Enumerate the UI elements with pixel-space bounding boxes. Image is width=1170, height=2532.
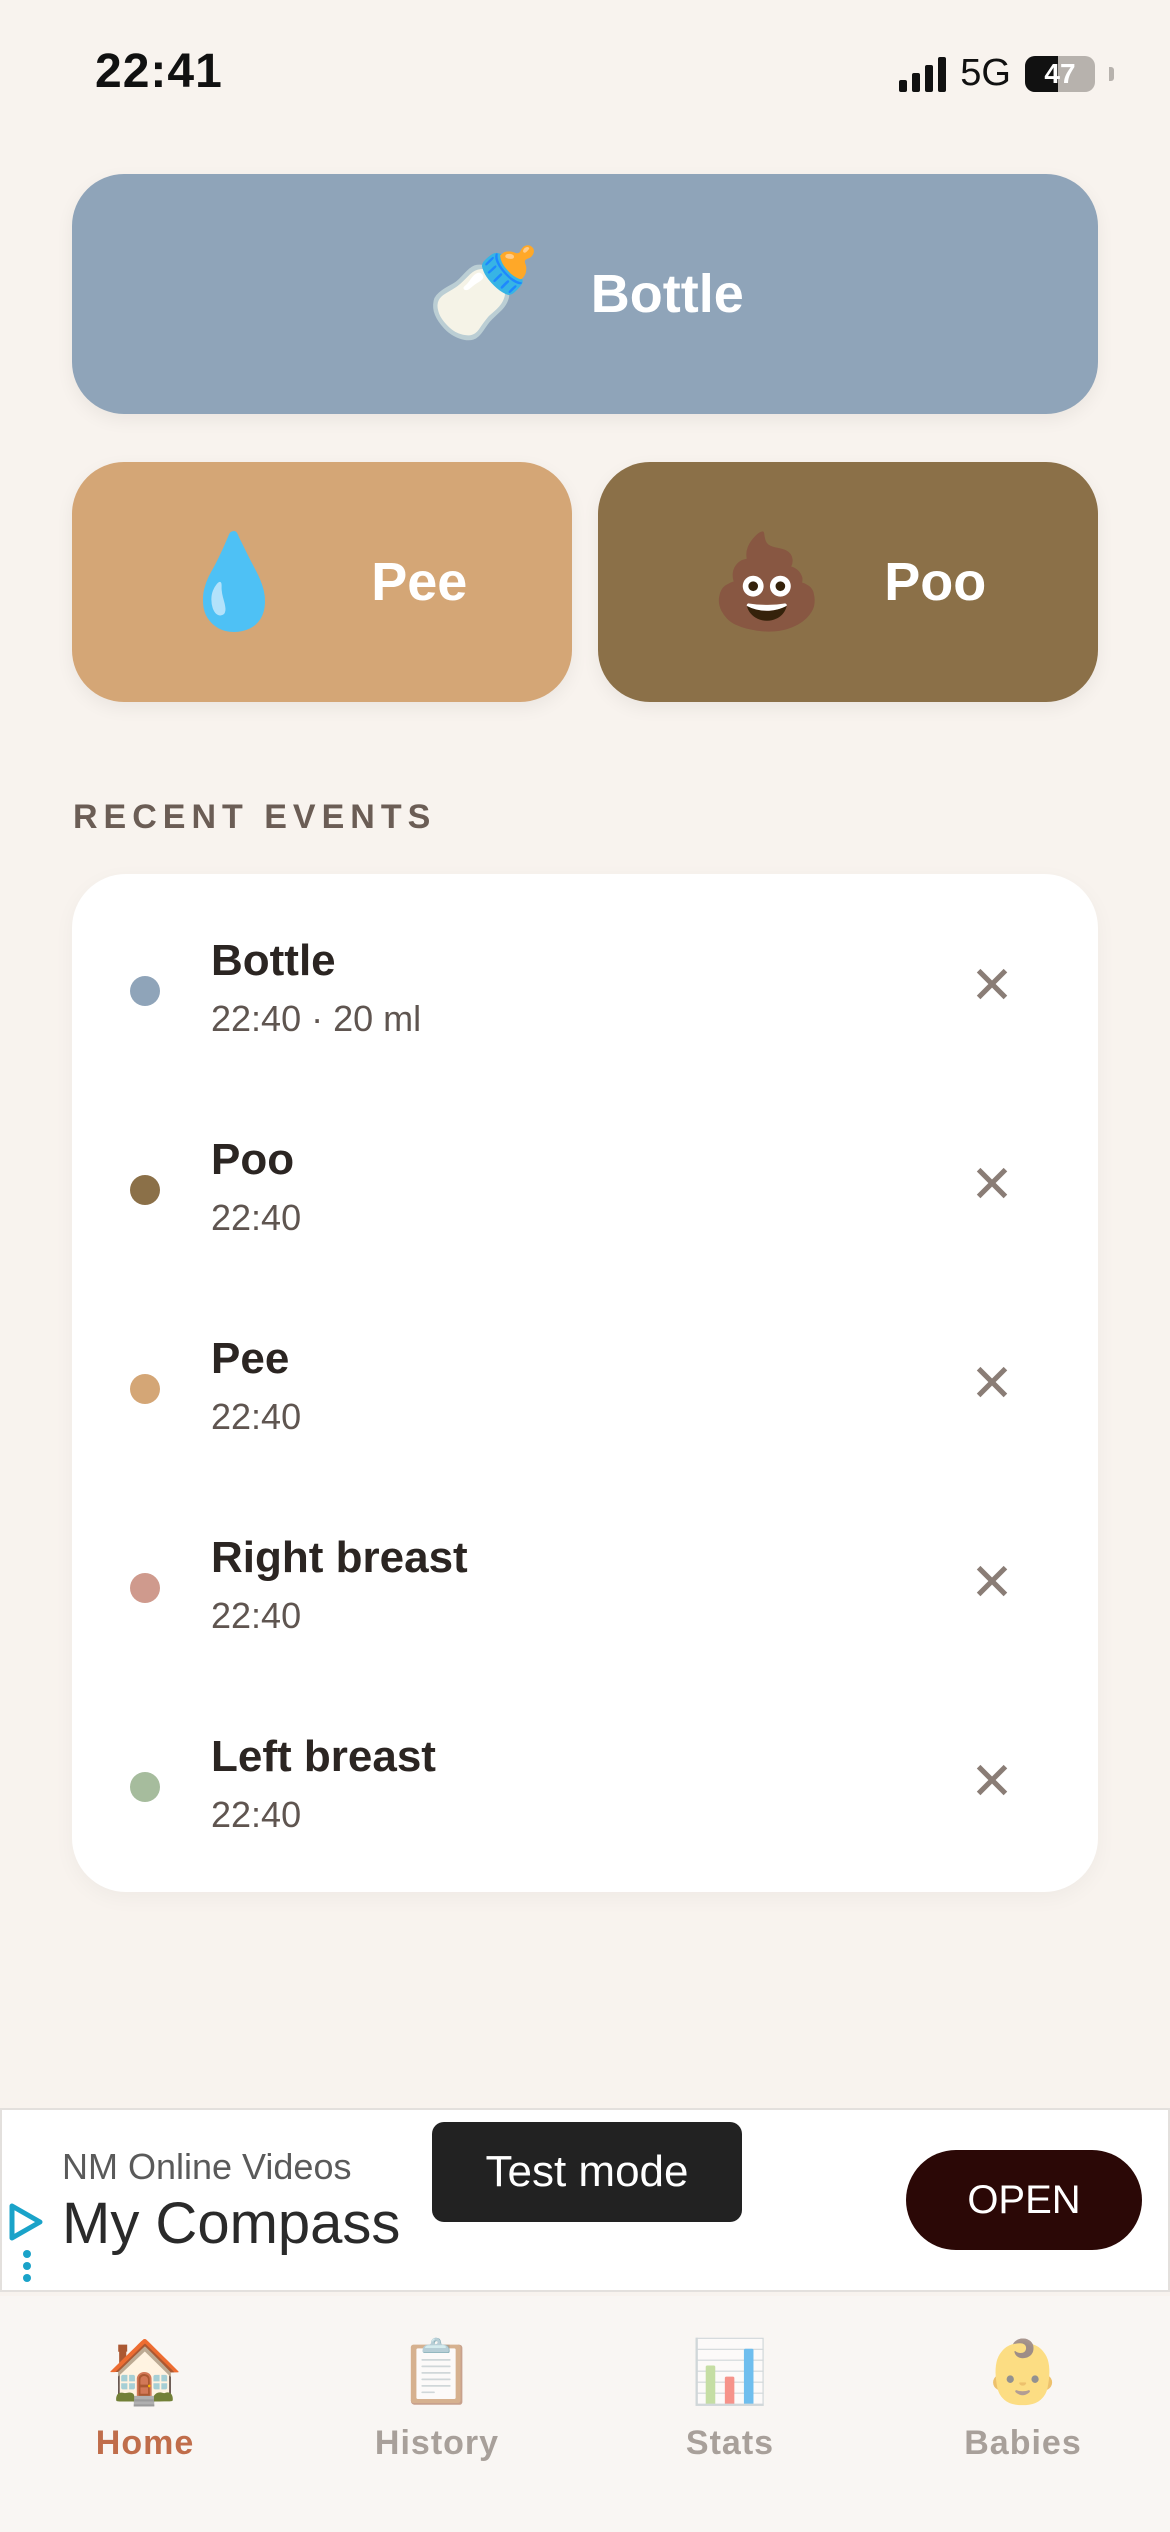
event-row: Bottle 22:40 · 20 ml ✕ [72, 936, 1098, 1135]
test-mode-badge: Test mode [432, 2122, 742, 2222]
ad-open-button[interactable]: OPEN [906, 2150, 1142, 2250]
event-color-dot [130, 1374, 160, 1404]
event-title: Pee [211, 1334, 290, 1383]
poo-icon: 💩 [709, 531, 825, 633]
event-title: Right breast [211, 1533, 468, 1582]
bar-chart-icon: 📊 [691, 2338, 769, 2407]
status-indicators: 5G 47 [899, 52, 1114, 95]
event-row: Left breast 22:40 ✕ [72, 1732, 1098, 1931]
tab-stats[interactable]: 📊 Stats [630, 2342, 830, 2463]
clipboard-icon: 📋 [398, 2338, 476, 2407]
network-type: 5G [960, 52, 1011, 94]
event-subtitle: 22:40 [211, 1794, 302, 1835]
remove-event-button[interactable]: ✕ [962, 1553, 1022, 1613]
tab-bar: 🏠 Home 📋 History 📊 Stats 👶 Babies [0, 2296, 1170, 2532]
battery-cap [1109, 66, 1114, 81]
event-subtitle: 22:40 · 20 ml [211, 998, 422, 1039]
bottle-icon: 🍼 [426, 243, 541, 345]
recent-events-list: Bottle 22:40 · 20 ml ✕ Poo 22:40 ✕ Pee 2… [72, 874, 1098, 1892]
event-title: Poo [211, 1135, 295, 1184]
event-row: Pee 22:40 ✕ [72, 1334, 1098, 1533]
event-subtitle: 22:40 [211, 1595, 302, 1636]
battery-icon: 47 [1025, 55, 1095, 92]
event-color-dot [130, 1573, 160, 1603]
remove-event-button[interactable]: ✕ [962, 1752, 1022, 1812]
bottle-button[interactable]: 🍼 Bottle [72, 174, 1098, 414]
event-color-dot [130, 1772, 160, 1802]
status-time: 22:41 [95, 45, 223, 98]
ad-choices-icon[interactable] [6, 2202, 48, 2282]
event-subtitle: 22:40 [211, 1396, 302, 1437]
poo-button[interactable]: 💩 Poo [598, 462, 1098, 702]
ad-advertiser: NM Online Videos [62, 2146, 352, 2187]
event-row: Poo 22:40 ✕ [72, 1135, 1098, 1334]
droplet-icon: 💧 [176, 531, 292, 633]
event-subtitle: 22:40 [211, 1197, 302, 1238]
ad-banner[interactable]: NM Online Videos My Compass Test mode OP… [0, 2108, 1170, 2292]
pee-label: Pee [371, 552, 468, 612]
tab-home[interactable]: 🏠 Home [45, 2342, 245, 2463]
tab-label: History [374, 2424, 500, 2462]
signal-icon [899, 56, 947, 92]
remove-event-button[interactable]: ✕ [962, 956, 1022, 1016]
event-title: Bottle [211, 936, 336, 985]
home-screen: 22:41 5G 47 🍼 Bottle 💧 Pee 💩 Poo RECENT … [0, 0, 1170, 2532]
recent-events-heading: RECENT EVENTS [73, 798, 437, 836]
event-color-dot [130, 1175, 160, 1205]
tab-babies[interactable]: 👶 Babies [923, 2342, 1123, 2463]
tab-label: Stats [685, 2424, 775, 2462]
event-row: Right breast 22:40 ✕ [72, 1533, 1098, 1732]
house-icon: 🏠 [106, 2338, 184, 2407]
baby-icon: 👶 [984, 2338, 1062, 2407]
tab-label: Home [95, 2424, 195, 2462]
tab-label: Babies [964, 2424, 1082, 2462]
pee-button[interactable]: 💧 Pee [72, 462, 572, 702]
tab-history[interactable]: 📋 History [337, 2342, 537, 2463]
status-bar: 22:41 5G 47 [0, 0, 1170, 140]
battery-percent: 47 [1044, 57, 1076, 89]
poo-label: Poo [884, 552, 987, 612]
ad-title[interactable]: My Compass [62, 2190, 400, 2257]
event-title: Left breast [211, 1732, 436, 1781]
remove-event-button[interactable]: ✕ [962, 1354, 1022, 1414]
event-color-dot [130, 976, 160, 1006]
bottle-label: Bottle [590, 264, 744, 324]
remove-event-button[interactable]: ✕ [962, 1155, 1022, 1215]
